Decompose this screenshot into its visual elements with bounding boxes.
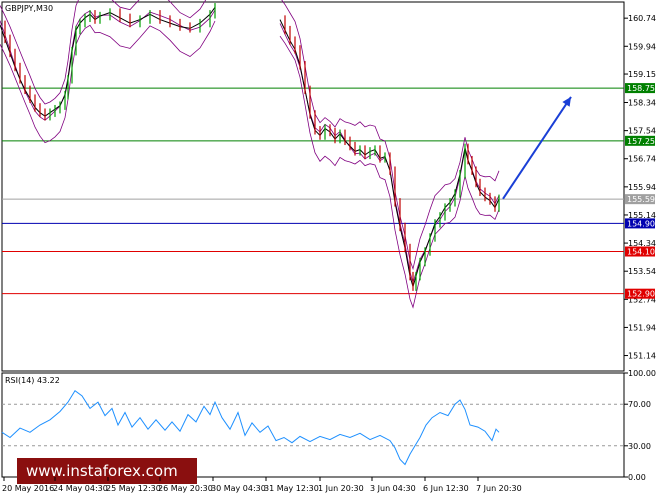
price-tick-label: 153.54 bbox=[628, 267, 656, 276]
gbpjpy-chart: GBPJPY,M30 160.74 159.94 159.15 158.34 157.5… bbox=[0, 0, 664, 498]
time-tick-label: 26 May 20:30 bbox=[158, 484, 213, 493]
level-badge-label: 154.10 bbox=[627, 248, 655, 257]
price-tick-label: 159.15 bbox=[628, 70, 656, 79]
time-tick-label: 1 Jun 20:30 bbox=[318, 484, 364, 493]
level-badge-label: 152.90 bbox=[627, 290, 655, 299]
rsi-label: RSI(14) 43.22 bbox=[5, 376, 60, 385]
rsi-tick-label: 30.00 bbox=[628, 442, 651, 451]
price-tick-label: 151.14 bbox=[628, 352, 656, 361]
time-tick-label: 31 May 12:30 bbox=[264, 484, 319, 493]
price-tick-label: 155.94 bbox=[628, 183, 656, 192]
level-badge-label: 158.75 bbox=[627, 84, 655, 93]
rsi-tick-label: 100.00 bbox=[628, 369, 656, 378]
price-tick-label: 151.94 bbox=[628, 323, 656, 332]
time-tick-label: 30 May 04:30 bbox=[211, 484, 266, 493]
price-tick-label: 157.54 bbox=[628, 127, 656, 136]
watermark: www.instaforex.com bbox=[17, 458, 197, 484]
chart-title: GBPJPY,M30 bbox=[5, 4, 53, 13]
rsi-tick-label: 70.00 bbox=[628, 400, 651, 409]
watermark-text: www.instaforex.com bbox=[26, 462, 178, 480]
time-tick-label: 3 Jun 04:30 bbox=[370, 484, 416, 493]
time-tick-label: 7 Jun 20:30 bbox=[476, 484, 522, 493]
level-badge-label: 155.59 bbox=[627, 195, 655, 204]
time-tick-label: 20 May 2016 bbox=[2, 484, 54, 493]
time-tick-label: 25 May 12:30 bbox=[106, 484, 161, 493]
level-badge-label: 157.25 bbox=[627, 137, 655, 146]
level-badge-label: 154.90 bbox=[627, 219, 655, 228]
rsi-tick-label: 0.00 bbox=[628, 473, 646, 482]
price-tick-label: 158.34 bbox=[628, 99, 656, 108]
price-tick-label: 156.74 bbox=[628, 155, 656, 164]
price-tick-label: 160.74 bbox=[628, 14, 656, 23]
time-tick-label: 6 Jun 12:30 bbox=[423, 484, 469, 493]
time-tick-label: 24 May 04:30 bbox=[53, 484, 108, 493]
price-tick-label: 159.94 bbox=[628, 42, 656, 51]
